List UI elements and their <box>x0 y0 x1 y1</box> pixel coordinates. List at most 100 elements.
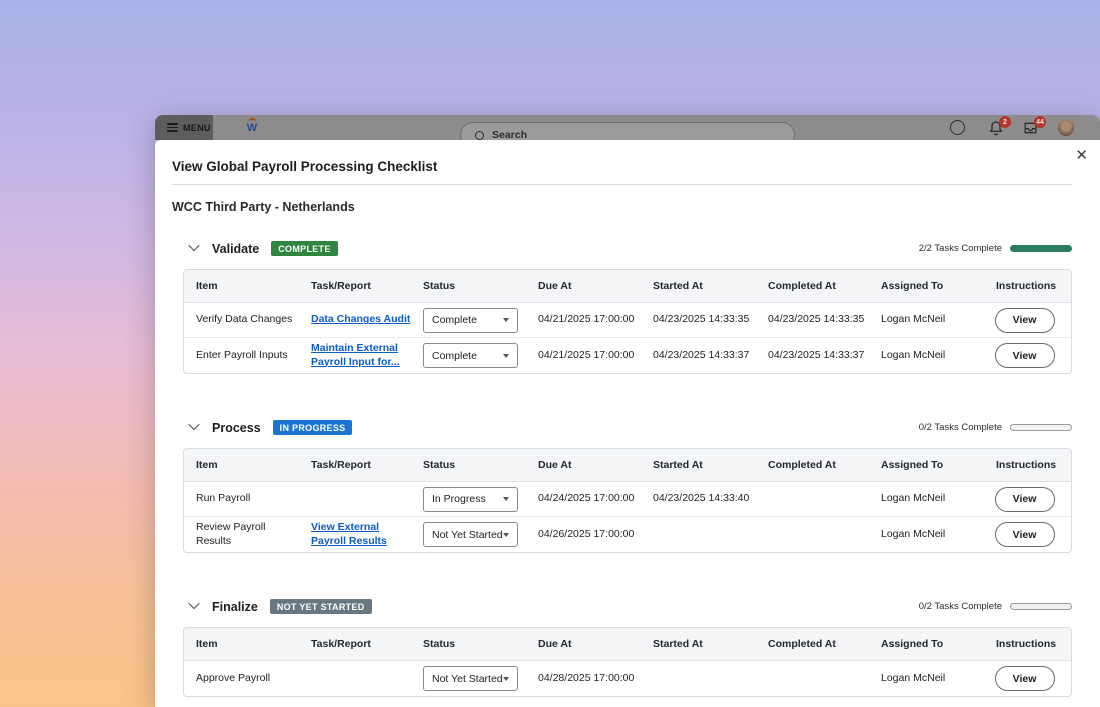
col-header: Started At <box>641 280 756 292</box>
col-header: Status <box>411 459 526 471</box>
assistant-icon[interactable] <box>950 120 965 135</box>
global-search-bar[interactable] <box>460 122 795 140</box>
section-title: Finalize <box>212 600 258 614</box>
section-finalize: Finalize NOT YET STARTED 0/2 Tasks Compl… <box>183 599 1072 697</box>
hamburger-menu-icon <box>167 123 178 132</box>
menu-button[interactable]: MENU <box>155 115 213 140</box>
due-at-cell: 04/28/2025 17:00:00 <box>526 672 641 685</box>
item-cell: Review Payroll Results <box>184 521 299 547</box>
col-header: Item <box>184 638 299 650</box>
assigned-to-cell: Logan McNeil <box>869 349 984 362</box>
status-dropdown[interactable]: In Progress <box>423 487 518 512</box>
col-header: Status <box>411 638 526 650</box>
title-divider <box>172 184 1072 185</box>
process-table: Item Task/Report Status Due At Started A… <box>183 448 1072 553</box>
notifications-button[interactable]: 2 <box>988 120 1004 140</box>
col-header: Task/Report <box>299 638 411 650</box>
view-button[interactable]: View <box>995 522 1055 547</box>
due-at-cell: 04/21/2025 17:00:00 <box>526 313 641 326</box>
col-header: Completed At <box>756 280 869 292</box>
task-report-link[interactable]: View External Payroll Results <box>311 521 387 546</box>
progress-bar <box>1010 424 1072 431</box>
task-report-link[interactable]: Data Changes Audit <box>311 313 410 325</box>
completed-at-cell: 04/23/2025 14:33:37 <box>756 349 869 362</box>
validate-table: Item Task/Report Status Due At Started A… <box>183 269 1072 374</box>
app-topbar: MENU W 2 44 <box>155 115 1100 140</box>
chevron-down-icon[interactable] <box>188 597 199 608</box>
started-at-cell: 04/23/2025 14:33:35 <box>641 313 756 326</box>
assigned-to-cell: Logan McNeil <box>869 672 984 685</box>
user-avatar[interactable] <box>1058 120 1074 136</box>
view-button[interactable]: View <box>995 487 1055 512</box>
finalize-table: Item Task/Report Status Due At Started A… <box>183 627 1072 697</box>
col-header: Completed At <box>756 638 869 650</box>
workday-window: MENU W 2 44 <box>155 115 1100 707</box>
dropdown-arrow-icon <box>503 318 509 322</box>
menu-label: MENU <box>183 123 211 133</box>
col-header: Due At <box>526 280 641 292</box>
col-header: Item <box>184 459 299 471</box>
dropdown-arrow-icon <box>503 354 509 358</box>
col-header: Completed At <box>756 459 869 471</box>
completed-at-cell: 04/23/2025 14:33:35 <box>756 313 869 326</box>
page-title: View Global Payroll Processing Checklist <box>155 140 1100 174</box>
table-header-row: Item Task/Report Status Due At Started A… <box>184 628 1071 661</box>
workday-logo-arc-icon <box>247 118 258 129</box>
status-dropdown[interactable]: Not Yet Started <box>423 522 518 547</box>
chevron-down-icon[interactable] <box>188 239 199 250</box>
col-header: Assigned To <box>869 280 984 292</box>
checklist-subtitle: WCC Third Party - Netherlands <box>172 200 1072 214</box>
progress-bar <box>1010 245 1072 252</box>
item-cell: Run Payroll <box>184 492 299 505</box>
table-header-row: Item Task/Report Status Due At Started A… <box>184 270 1071 303</box>
search-input[interactable] <box>492 129 692 140</box>
chevron-down-icon[interactable] <box>188 418 199 429</box>
topbar-icons: 2 44 <box>940 115 1100 140</box>
dropdown-arrow-icon <box>503 677 509 681</box>
section-process: Process IN PROGRESS 0/2 Tasks Complete I… <box>183 420 1072 553</box>
due-at-cell: 04/26/2025 17:00:00 <box>526 528 641 541</box>
col-header: Task/Report <box>299 459 411 471</box>
assigned-to-cell: Logan McNeil <box>869 492 984 505</box>
view-button[interactable]: View <box>995 666 1055 691</box>
view-button[interactable]: View <box>995 308 1055 333</box>
dropdown-arrow-icon <box>503 497 509 501</box>
tasks-complete-label: 0/2 Tasks Complete <box>919 422 1002 433</box>
workday-logo[interactable]: W <box>243 118 261 140</box>
col-header: Due At <box>526 459 641 471</box>
tasks-complete-label: 2/2 Tasks Complete <box>919 243 1002 254</box>
status-badge: NOT YET STARTED <box>270 599 372 614</box>
assigned-to-cell: Logan McNeil <box>869 313 984 326</box>
close-icon[interactable]: ✕ <box>1075 148 1088 163</box>
col-header: Status <box>411 280 526 292</box>
task-report-link[interactable]: Maintain External Payroll Input for... <box>311 342 400 367</box>
section-title: Validate <box>212 242 259 256</box>
col-header: Instructions <box>984 459 1071 471</box>
status-dropdown[interactable]: Not Yet Started <box>423 666 518 691</box>
table-row: Run Payroll In Progress 04/24/2025 17:00… <box>184 482 1071 517</box>
col-header: Instructions <box>984 638 1071 650</box>
item-cell: Enter Payroll Inputs <box>184 349 299 362</box>
col-header: Item <box>184 280 299 292</box>
status-dropdown[interactable]: Complete <box>423 343 518 368</box>
table-header-row: Item Task/Report Status Due At Started A… <box>184 449 1071 482</box>
col-header: Assigned To <box>869 638 984 650</box>
started-at-cell: 04/23/2025 14:33:40 <box>641 492 756 505</box>
section-validate: Validate COMPLETE 2/2 Tasks Complete Ite… <box>183 241 1072 374</box>
col-header: Instructions <box>984 280 1071 292</box>
col-header: Started At <box>641 638 756 650</box>
item-cell: Approve Payroll <box>184 672 299 685</box>
status-dropdown[interactable]: Complete <box>423 308 518 333</box>
col-header: Assigned To <box>869 459 984 471</box>
view-button[interactable]: View <box>995 343 1055 368</box>
col-header: Due At <box>526 638 641 650</box>
col-header: Task/Report <box>299 280 411 292</box>
due-at-cell: 04/21/2025 17:00:00 <box>526 349 641 362</box>
status-badge: IN PROGRESS <box>273 420 353 435</box>
search-icon <box>475 131 484 140</box>
inbox-button[interactable]: 44 <box>1022 120 1039 140</box>
table-row: Approve Payroll Not Yet Started 04/28/20… <box>184 661 1071 696</box>
col-header: Started At <box>641 459 756 471</box>
inbox-badge: 44 <box>1034 116 1046 128</box>
item-cell: Verify Data Changes <box>184 313 299 326</box>
